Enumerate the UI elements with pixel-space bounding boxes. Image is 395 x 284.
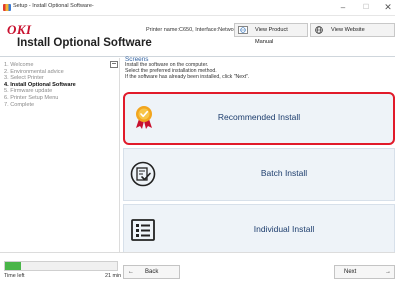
- step-item-environmental-advice: 2. Environmental advice: [4, 68, 64, 75]
- steps-sidebar: 1. Welcome 2. Environmental advice 3. Se…: [0, 58, 120, 252]
- view-product-manual-button[interactable]: View Product Manual: [234, 23, 308, 45]
- step-item-welcome: 1. Welcome: [4, 62, 34, 68]
- view-website-label: View Website: [331, 27, 365, 33]
- maximize-button[interactable]: ☐: [356, 1, 376, 14]
- step-list: 1. Welcome 2. Environmental advice 3. Se…: [4, 62, 76, 108]
- batch-install-button[interactable]: Batch Install: [123, 148, 395, 201]
- next-button[interactable]: Next →: [334, 265, 395, 279]
- sidebar-toggle-icon[interactable]: [110, 61, 118, 68]
- back-arrow-icon: ←: [128, 269, 134, 275]
- next-arrow-icon: →: [385, 269, 391, 275]
- progress-bar: [4, 261, 118, 271]
- individual-install-label: Individual Install: [253, 224, 315, 234]
- list-icon: [131, 219, 155, 241]
- instructions: Install the software on the computer. Se…: [125, 62, 250, 80]
- window-titlebar: Setup - Install Optional Software- – ☐ ✕: [0, 0, 395, 16]
- step-item-select-printer: 3. Select Printer: [4, 75, 44, 82]
- step-item-printer-setup-menu: 6. Printer Setup Menu: [4, 94, 59, 101]
- progress-fill: [5, 262, 21, 270]
- recommended-install-button[interactable]: Recommended Install: [123, 92, 395, 145]
- footer-bar: Time left 21 min ← Back Next →: [0, 252, 395, 284]
- time-left-value: 21 min: [105, 273, 122, 279]
- app-icon: [3, 4, 11, 11]
- main-panel: Screens Install the software on the comp…: [121, 56, 395, 257]
- step-item-install-optional-software: 4. Install Optional Software: [4, 81, 76, 88]
- individual-install-button[interactable]: Individual Install: [123, 204, 395, 257]
- next-label: Next: [344, 269, 357, 275]
- oki-logo: OKI: [7, 22, 32, 37]
- step-item-firmware-update: 5. Firmware update: [4, 88, 53, 95]
- view-website-button[interactable]: View Website: [310, 23, 395, 37]
- printer-info: Printer name:C650, Interface:Network: [146, 27, 239, 33]
- time-left-label: Time left: [4, 273, 25, 279]
- globe-book-icon: [238, 26, 248, 34]
- minimize-button[interactable]: –: [333, 1, 353, 14]
- recommended-install-label: Recommended Install: [217, 112, 301, 122]
- instruction-line: If the software has already been install…: [125, 73, 250, 80]
- globe-icon: [315, 26, 323, 34]
- back-button[interactable]: ← Back: [123, 265, 180, 279]
- back-label: Back: [145, 269, 159, 275]
- close-button[interactable]: ✕: [378, 1, 395, 14]
- view-product-manual-label: View Product Manual: [255, 27, 288, 45]
- checklist-circle-icon: [130, 161, 156, 187]
- window-title: Setup - Install Optional Software-: [13, 3, 94, 9]
- batch-install-label: Batch Install: [260, 168, 308, 178]
- page-title: Install Optional Software: [17, 37, 152, 49]
- app-header: OKI Install Optional Software Printer na…: [0, 17, 395, 57]
- step-item-complete: 7. Complete: [4, 101, 35, 108]
